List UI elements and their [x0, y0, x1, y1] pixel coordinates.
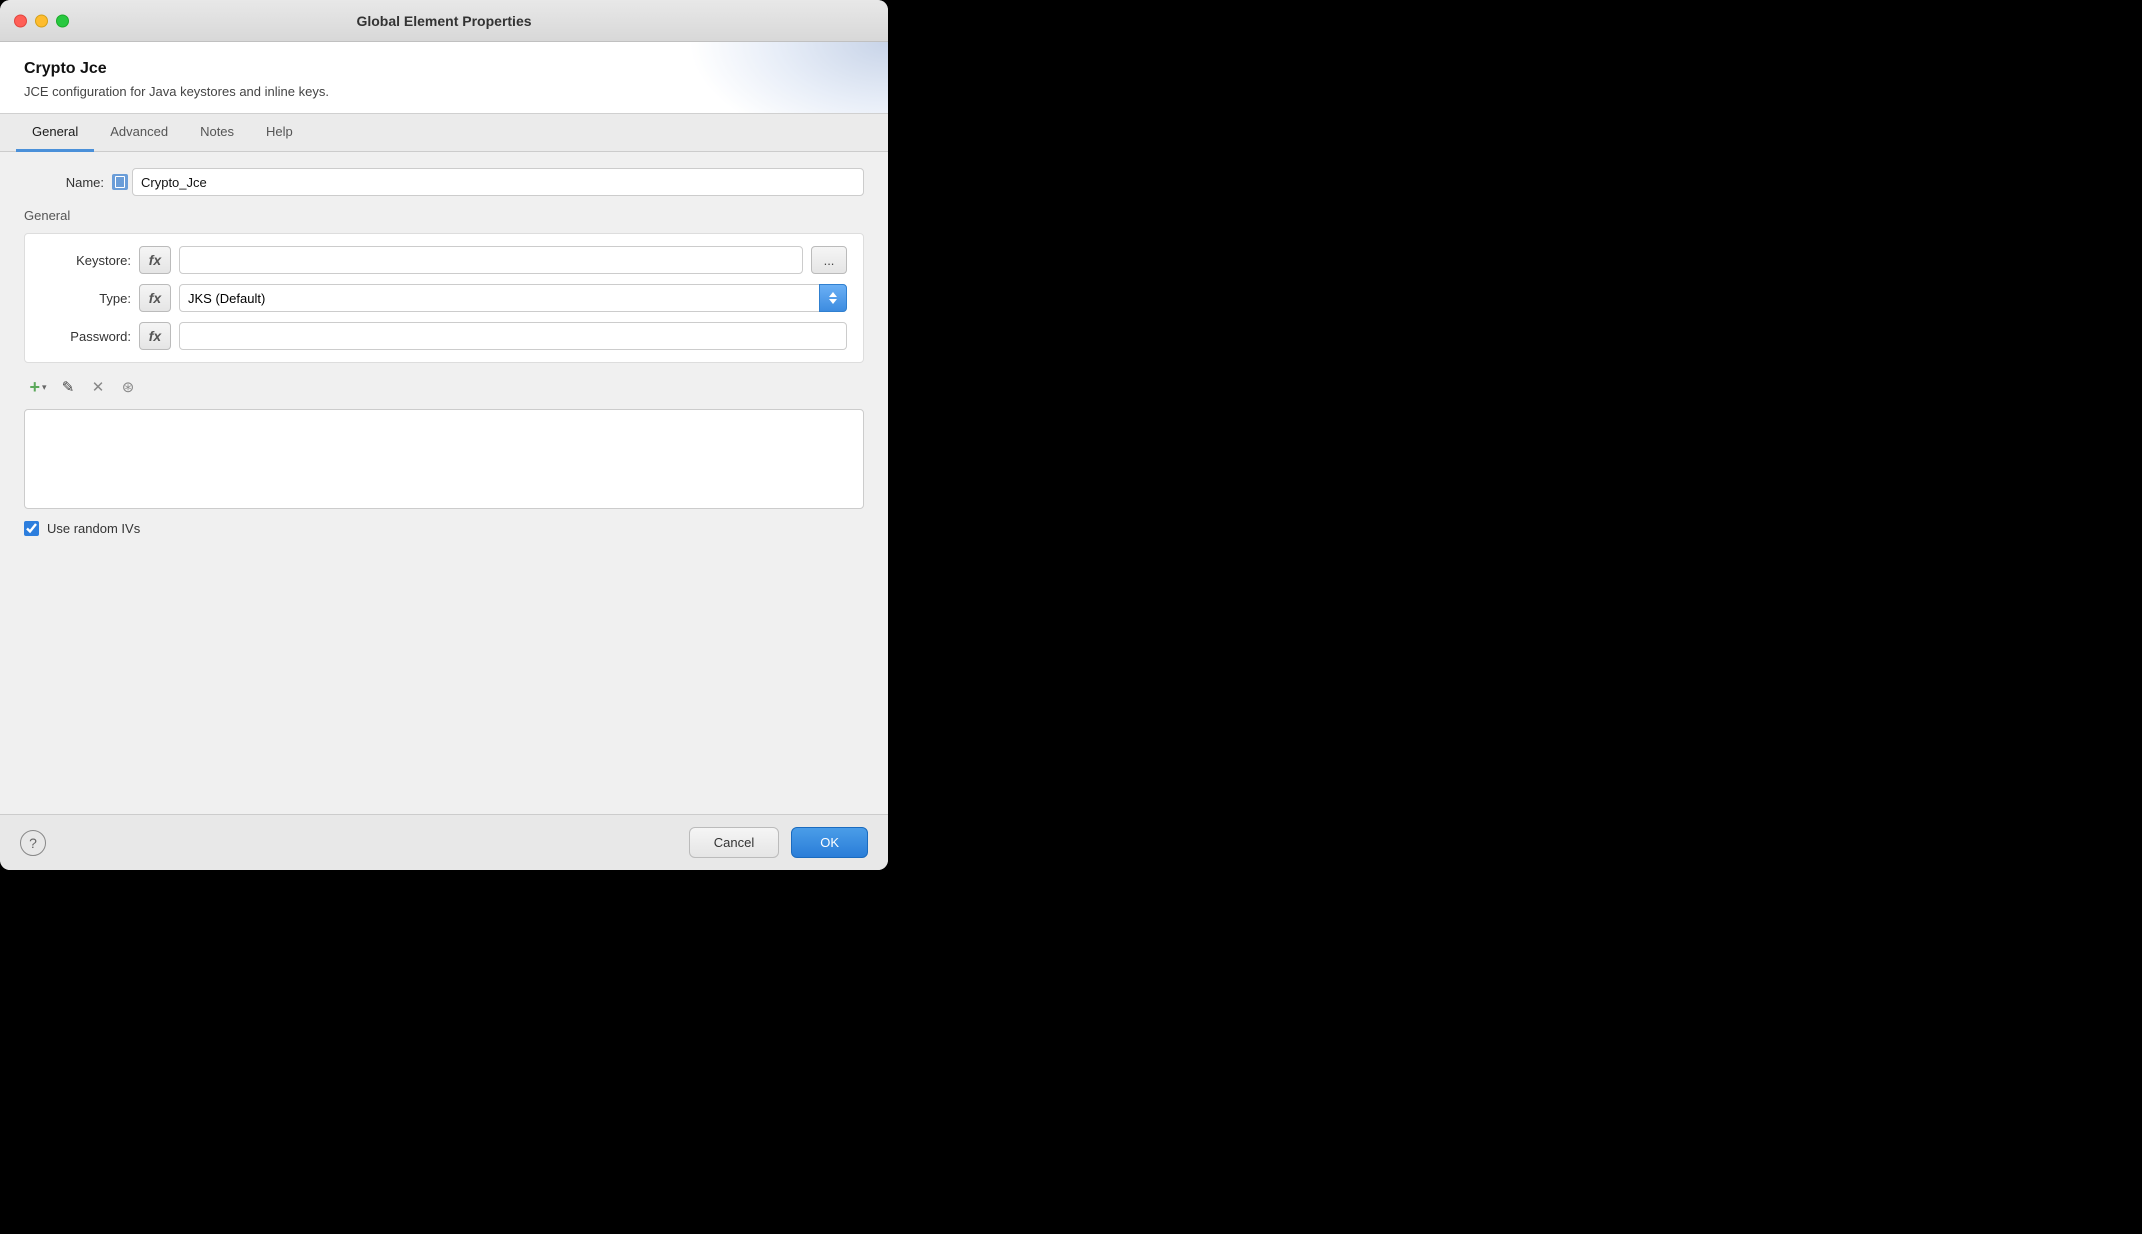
form-section: Keystore: fx ... Type: fx JKS (Default) …: [24, 233, 864, 363]
keystore-label: Keystore:: [41, 253, 131, 268]
tab-help[interactable]: Help: [250, 114, 309, 152]
doc-icon: [112, 174, 128, 190]
password-row: Password: fx: [41, 322, 847, 350]
top-content: Crypto Jce JCE configuration for Java ke…: [0, 42, 888, 114]
arrow-up-icon: [829, 292, 837, 297]
bottom-bar: ? Cancel OK: [0, 814, 888, 870]
close-button[interactable]: [14, 14, 27, 27]
minimize-button[interactable]: [35, 14, 48, 27]
name-row: Name:: [24, 168, 864, 196]
keystore-row: Keystore: fx ...: [41, 246, 847, 274]
checkbox-row: Use random IVs: [24, 521, 864, 536]
copy-button[interactable]: ⊛: [114, 373, 142, 401]
type-select-arrow[interactable]: [819, 284, 847, 312]
keystore-input[interactable]: [179, 246, 803, 274]
help-button[interactable]: ?: [20, 830, 46, 856]
type-row: Type: fx JKS (Default) PKCS12 JCEKS: [41, 284, 847, 312]
name-input[interactable]: [132, 168, 864, 196]
table-area[interactable]: [24, 409, 864, 509]
add-button[interactable]: + ▾: [24, 373, 52, 401]
edit-icon: ✎: [62, 378, 75, 396]
keystore-browse-button[interactable]: ...: [811, 246, 847, 274]
add-dropdown-arrow-icon: ▾: [42, 382, 47, 393]
tab-general[interactable]: General: [16, 114, 94, 152]
name-input-wrapper: [112, 168, 864, 196]
window-controls: [14, 14, 69, 27]
arrow-down-icon: [829, 299, 837, 304]
type-label: Type:: [41, 291, 131, 306]
delete-button[interactable]: ✕: [84, 373, 112, 401]
keystore-fx-button[interactable]: fx: [139, 246, 171, 274]
tab-notes[interactable]: Notes: [184, 114, 250, 152]
toolbar: + ▾ ✎ ✕ ⊛: [24, 373, 864, 401]
use-random-ivs-checkbox[interactable]: [24, 521, 39, 536]
add-icon: +: [29, 378, 40, 396]
type-select-wrapper: JKS (Default) PKCS12 JCEKS: [179, 284, 847, 312]
tab-advanced[interactable]: Advanced: [94, 114, 184, 152]
dialog-title: Global Element Properties: [356, 13, 531, 29]
section-title: General: [24, 208, 864, 223]
name-label: Name:: [24, 175, 104, 190]
edit-button[interactable]: ✎: [54, 373, 82, 401]
type-select[interactable]: JKS (Default) PKCS12 JCEKS: [179, 284, 847, 312]
dialog-window: Global Element Properties Crypto Jce JCE…: [0, 0, 888, 870]
password-label: Password:: [41, 329, 131, 344]
use-random-ivs-label[interactable]: Use random IVs: [47, 521, 140, 536]
maximize-button[interactable]: [56, 14, 69, 27]
top-bg-decoration: [688, 42, 888, 114]
tabs-bar: General Advanced Notes Help: [0, 114, 888, 152]
type-fx-button[interactable]: fx: [139, 284, 171, 312]
title-bar: Global Element Properties: [0, 0, 888, 42]
cancel-button[interactable]: Cancel: [689, 827, 779, 858]
main-content: Name: General Keystore: fx ... Type: fx: [0, 152, 888, 814]
password-input[interactable]: [179, 322, 847, 350]
bottom-buttons: Cancel OK: [689, 827, 868, 858]
ok-button[interactable]: OK: [791, 827, 868, 858]
password-fx-button[interactable]: fx: [139, 322, 171, 350]
delete-icon: ✕: [92, 378, 105, 396]
copy-icon: ⊛: [122, 378, 135, 396]
